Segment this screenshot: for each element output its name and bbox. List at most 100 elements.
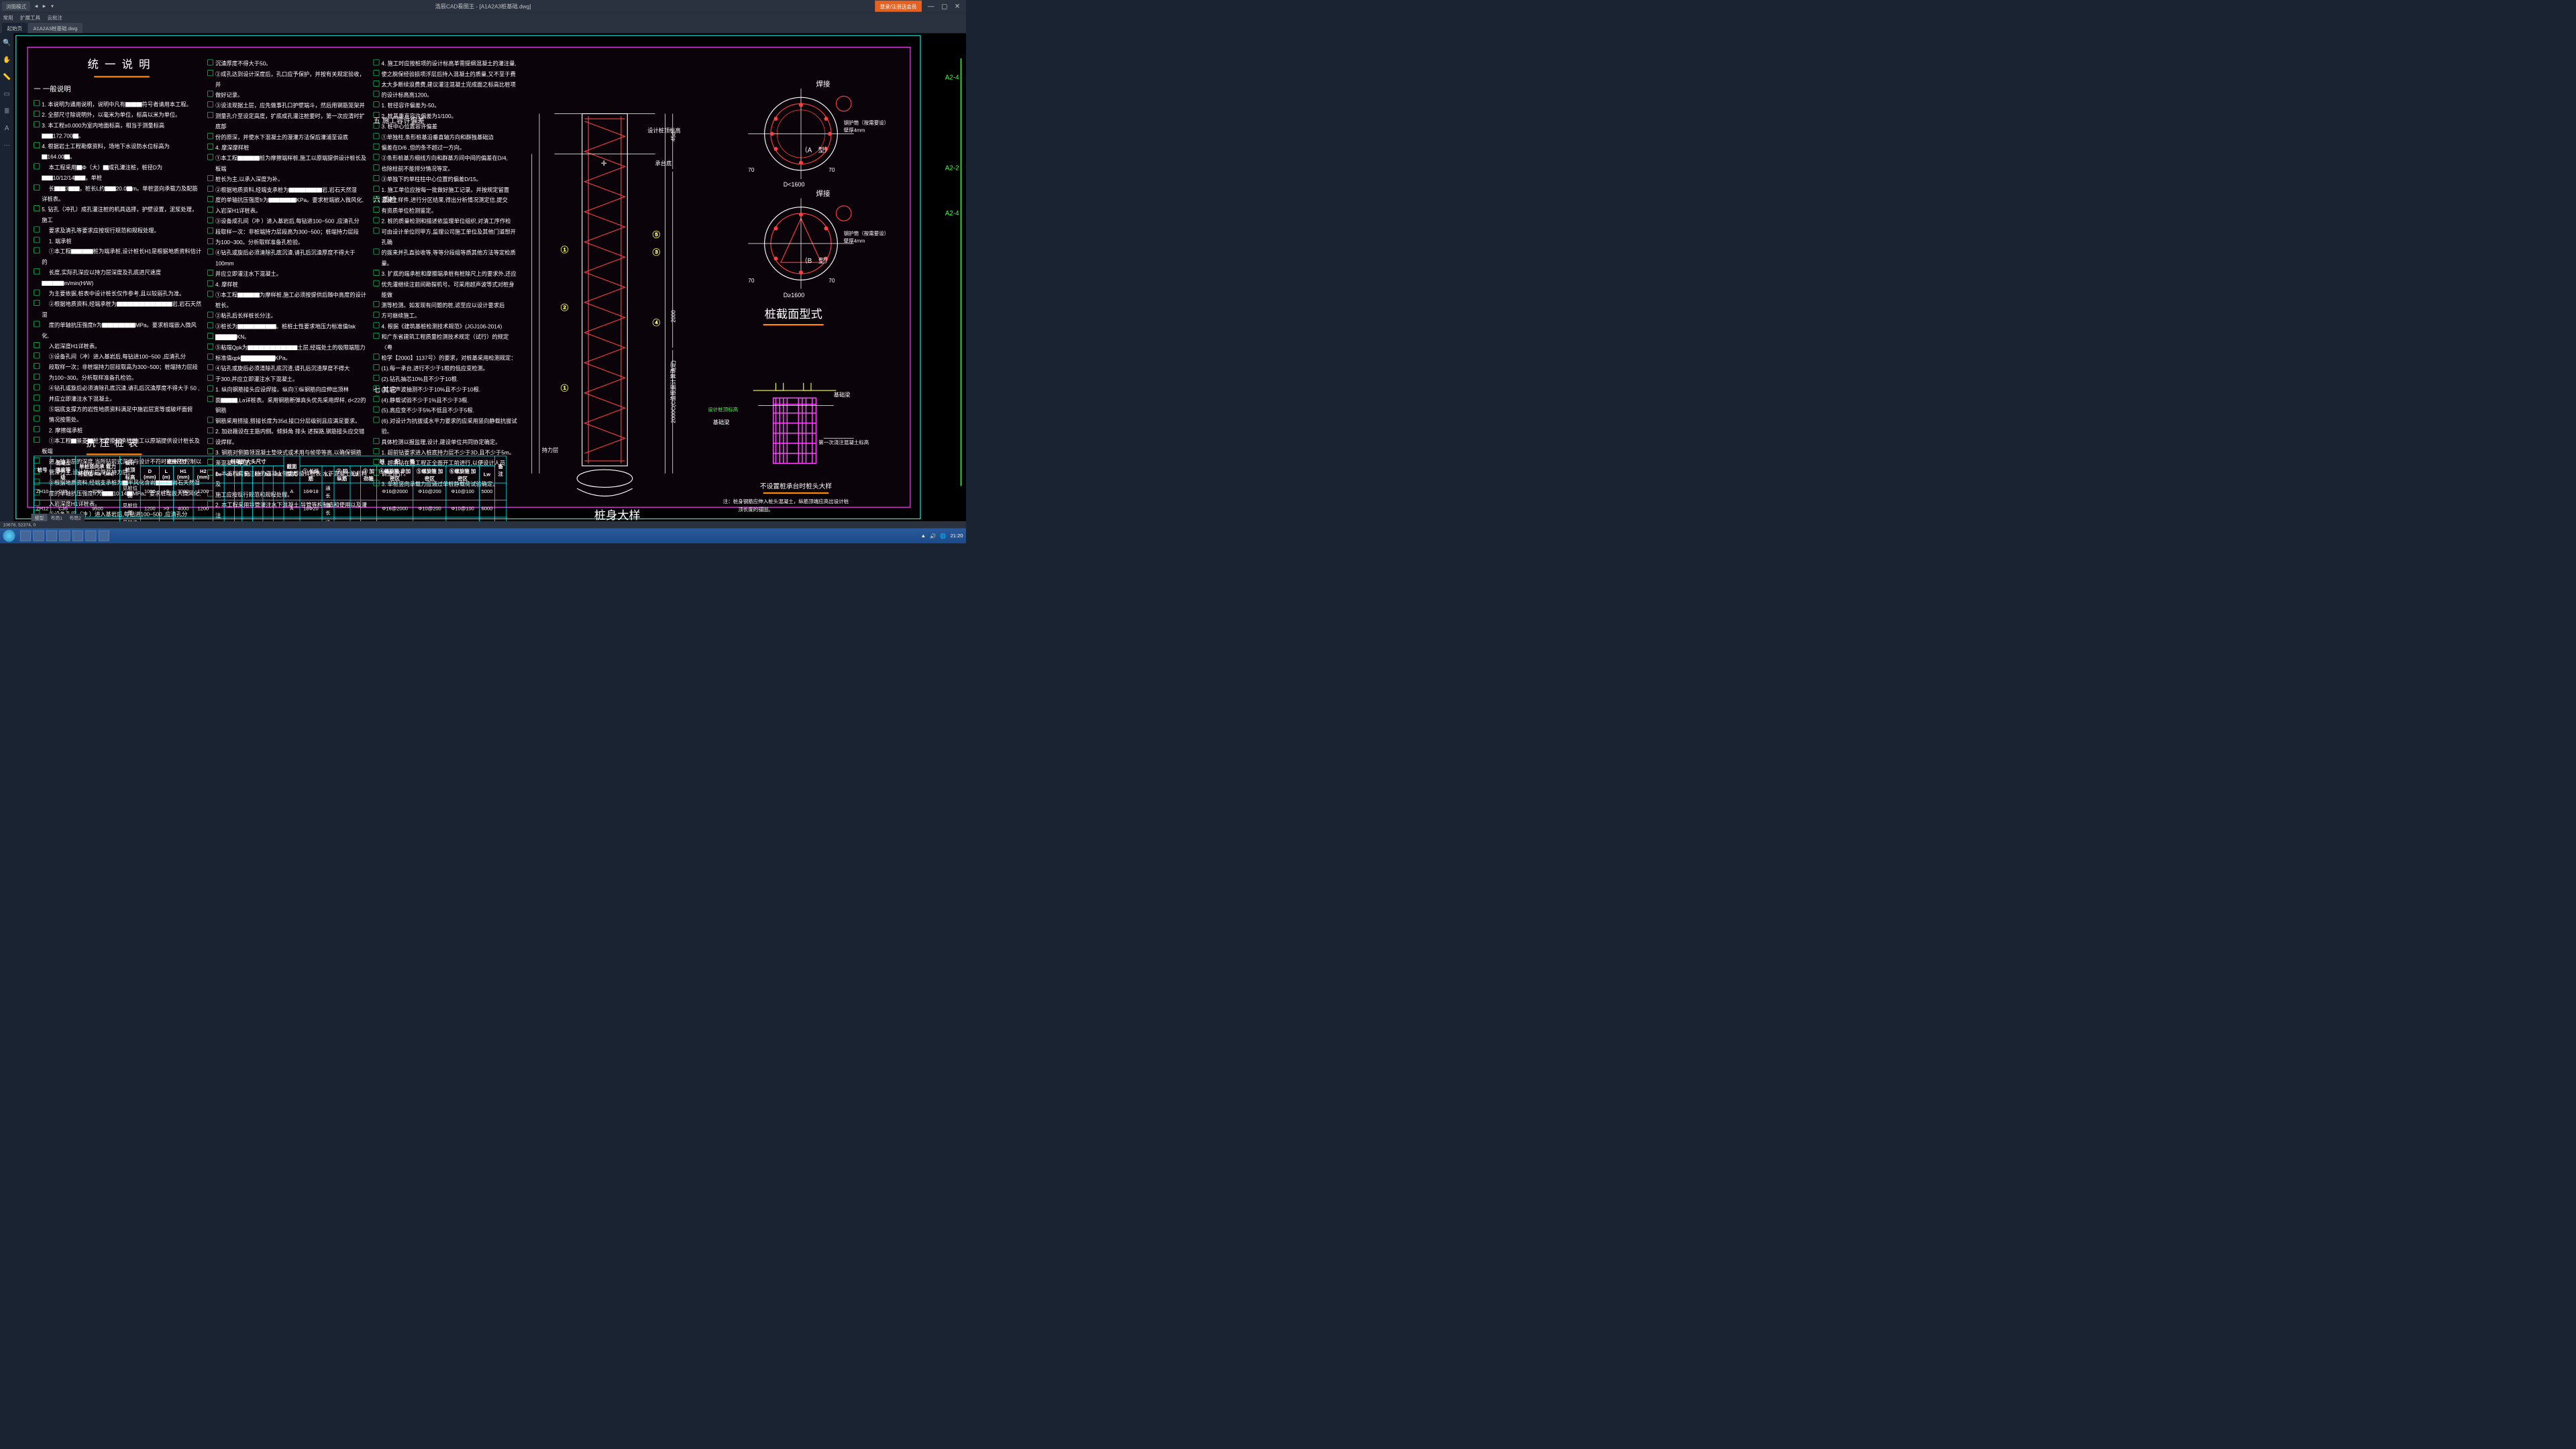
spec-line: 设焊样。 xyxy=(207,437,368,447)
spec-line: ①本工程▇▇▇▇桩为端承桩,设计桩长H1是根据地质资料估计的 xyxy=(34,246,202,267)
view-model[interactable]: 模型 xyxy=(32,514,48,521)
spec-line: 方可继续施工。 xyxy=(374,311,520,321)
tray-icon[interactable]: 🌐 xyxy=(940,533,946,539)
taskbar[interactable]: ▲ 🔊 🌐 21:20 xyxy=(0,529,966,544)
task-icon[interactable] xyxy=(46,531,57,541)
menu-common[interactable]: 常用 xyxy=(3,13,13,21)
login-button[interactable]: 登录/注册送会员 xyxy=(875,1,922,12)
tool-measure-icon[interactable]: 📏 xyxy=(2,72,12,82)
maximize-icon[interactable]: ▢ xyxy=(941,2,947,10)
spec-line: 4. 根据《建筑基桩检测技术规范》(JGJ106-2014) xyxy=(374,321,520,332)
pile-head-detail-icon xyxy=(728,368,854,478)
tool-pan-icon[interactable]: ✋ xyxy=(2,54,12,64)
task-icon[interactable] xyxy=(20,531,31,541)
task-icon[interactable] xyxy=(72,531,83,541)
spec-line: 标准值qpk▇▇▇▇▇▇▇▇KPa。 xyxy=(207,353,368,364)
spec-line: 测量孔介至设定高度，扩底成孔灌注桩要时，第一次应清时扩底部 xyxy=(207,111,368,131)
svg-text:2: 2 xyxy=(564,305,566,311)
spec-line: ②粘孔后长样桩长分注。 xyxy=(207,311,368,321)
view-layout1[interactable]: 布局1 xyxy=(48,514,66,521)
task-icon[interactable] xyxy=(99,531,109,541)
section-b-icon xyxy=(738,193,864,299)
spec-line: 入岩深度H1详桩表。 xyxy=(34,341,202,352)
spec-line: ▇▇▇▇▇KN。 xyxy=(207,332,368,343)
spec-line: 5. 钻孔（冲孔）成孔灌注桩的机具选择，护壁设置，泥浆处理，施工 xyxy=(34,205,202,225)
sec6-title: 六 质检 xyxy=(374,195,396,205)
protect-a-label: 钢护筒（按需要设） 壁厚4mm xyxy=(844,119,890,133)
spec-line: 本工程采用▇Φ（大）▇成孔灌注桩，桩径D为▇▇10/12/14▇▇，单桩 xyxy=(34,162,202,183)
scale-mark: A2-2 xyxy=(945,164,959,172)
minimize-icon[interactable]: — xyxy=(928,2,934,10)
task-icon[interactable] xyxy=(60,531,70,541)
spec-line: ①本工程▇▇▇▇为摩样桩,施工必须按提供后随中高度的设计桩长。 xyxy=(207,290,368,311)
svg-text:1: 1 xyxy=(564,246,566,252)
dim70-a2: 70 xyxy=(828,166,835,173)
task-icon[interactable] xyxy=(86,531,97,541)
scale-mark: A2-4 xyxy=(945,74,959,82)
tool-more-icon[interactable]: ⋯ xyxy=(2,140,12,150)
sec5-title: 五 施工容许偏差 xyxy=(374,115,425,125)
close-icon[interactable]: ✕ xyxy=(955,2,960,10)
clock[interactable]: 21:20 xyxy=(951,533,963,539)
spec-line: 检学【2000】1137号〉的要求，对桩基采用检测规定： xyxy=(374,353,520,364)
spec-line: 1. 纵向钢筋接头应设焊接。纵向①纵钢筋向应伸出顶林 xyxy=(207,384,368,395)
spec-line: ③设备成孔间（冲 ）进入基岩后,每钻进100~500 ,应清孔分 xyxy=(207,216,368,227)
view-layout2[interactable]: 布局2 xyxy=(66,514,85,521)
spec-line: 段取样一次；非桩端持力层段取高为300~500；桩端持力层段 xyxy=(34,362,202,373)
spec-line: 2. 加劲箍设在主筋内侧。倾斜角 排头 述探路,钢筋接头应交错 xyxy=(207,427,368,437)
spec-line: 并应立即灌注水下混凝土。 xyxy=(207,268,368,279)
spec-line: 长度,实际孔深应以持力层深度及孔底进尺速度▇▇▇▇m/min(H/W) xyxy=(34,268,202,288)
tray-icon[interactable]: ▲ xyxy=(921,533,926,539)
spec-line: ②根据地质资料,经端承桩为▇▇▇▇▇▇▇▇▇▇岩,岩石天然湿 xyxy=(34,299,202,320)
d-ge-label: D≥1600 xyxy=(784,292,804,299)
start-icon[interactable] xyxy=(3,530,15,542)
undo-icon[interactable]: ◄ xyxy=(34,3,40,9)
tool-text-icon[interactable]: A xyxy=(2,123,12,133)
section-a-icon xyxy=(738,84,864,190)
base-beam-label: 基础梁 xyxy=(834,390,851,398)
spec-line: 要求及清孔等要求应按现行规范和规程处理。 xyxy=(34,225,202,236)
drawing-canvas[interactable]: A2-4 A2-2 A2-4 统一说明 一 一般说明 1. 本说明为通用说明，说… xyxy=(13,34,966,522)
spec-line: ①本工程▇▇▇▇桩为摩擦端样桩,施工以原端提供设计桩长及板端 xyxy=(207,153,368,174)
task-icon[interactable] xyxy=(34,531,44,541)
spec-line: 段取样一次：非桩端持力层段高为300~500；桩端持力层段 xyxy=(207,227,368,237)
spec-line: ④钻孔或旋后必须清除孔底沉渣,请孔后沉渣厚度不得大 xyxy=(207,364,368,374)
tool-select-icon[interactable]: ▭ xyxy=(2,89,12,99)
spec-line: 4. 摩深摩样桩 xyxy=(207,142,368,153)
spec-line: 3. 本工程±0.000为室内地面标高，相当于测量标高▇▇172.700▇。 xyxy=(34,120,202,141)
scale-mark: A2-4 xyxy=(945,209,959,217)
svg-text:2000: 2000 xyxy=(671,310,677,323)
spec-line: (5).高应变不少于5%不低且不少于5根. xyxy=(374,405,520,416)
tool-layer-icon[interactable]: ≣ xyxy=(2,106,12,116)
spec-line: 面▇▇▇,La详桩表。采用钢筋断弹真头优先采用焊样, d<22的钢筋 xyxy=(207,395,368,416)
tool-zoom-icon[interactable]: 🔍 xyxy=(2,38,12,48)
spec-line: 1. 桩径容许偏差为-50。 xyxy=(374,101,520,111)
section-title-label: 桩截面型式 xyxy=(738,305,849,329)
table-row: ZH10C357000见桩位图 1000>930001200 A 16Φ18通长… xyxy=(34,483,506,500)
spec-line: ⑤粘端Qpk为▇▇▇▇▇▇▇▇▇土层,经端处土的极限端阻力 xyxy=(207,342,368,353)
label-bearing: 持力层 xyxy=(542,446,559,454)
menu-extend[interactable]: 扩展工具 xyxy=(20,13,40,21)
tray-icon[interactable]: 🔊 xyxy=(930,533,936,539)
spec-line: ③设法观据土层，应先做事孔口护壁端斗，然后用钢筋笼架并 xyxy=(207,101,368,111)
spec-line: ④钻孔或旋后必须清除孔底沉渣,请孔后沉渣厚度不得大于100mm xyxy=(207,248,368,268)
svg-text:1: 1 xyxy=(564,385,566,391)
spec-line: 2. 全部尺寸除说明外，以毫米为单位，标高以米为单位。 xyxy=(34,109,202,120)
tab-start[interactable]: 起始页 xyxy=(2,23,28,33)
spec-line: 1. 端承桩 xyxy=(34,236,202,247)
menu-cloud[interactable]: 云批注 xyxy=(48,13,63,21)
mode-dropdown[interactable]: 浏图模式 xyxy=(2,1,30,11)
svg-text:5: 5 xyxy=(655,231,658,237)
redo-icon[interactable]: ► xyxy=(42,3,48,9)
spec-line: 4. 摩样桩 xyxy=(207,279,368,290)
dim70-a1: 70 xyxy=(748,166,754,173)
fill-mark-label: 第一次浇注混凝土标高 xyxy=(818,438,869,445)
spec-line: 和广东省建筑工程质量检测技术规定（试行）的规定〈粤 xyxy=(374,332,520,353)
tab-file[interactable]: A1A2A3桩基础.dwg xyxy=(28,23,83,33)
spec-line: 为100~300。分析取样准备孔检验。 xyxy=(34,372,202,383)
more-icon[interactable]: ▾ xyxy=(50,3,56,9)
main-title: 统一说明 xyxy=(34,56,210,72)
spec-line: 1. 本说明为通用说明，说明中凡有▇▇▇符号者请用本工程。 xyxy=(34,99,202,110)
base-beam-label2: 基础梁 xyxy=(713,418,730,426)
dim70-b1: 70 xyxy=(748,277,754,284)
